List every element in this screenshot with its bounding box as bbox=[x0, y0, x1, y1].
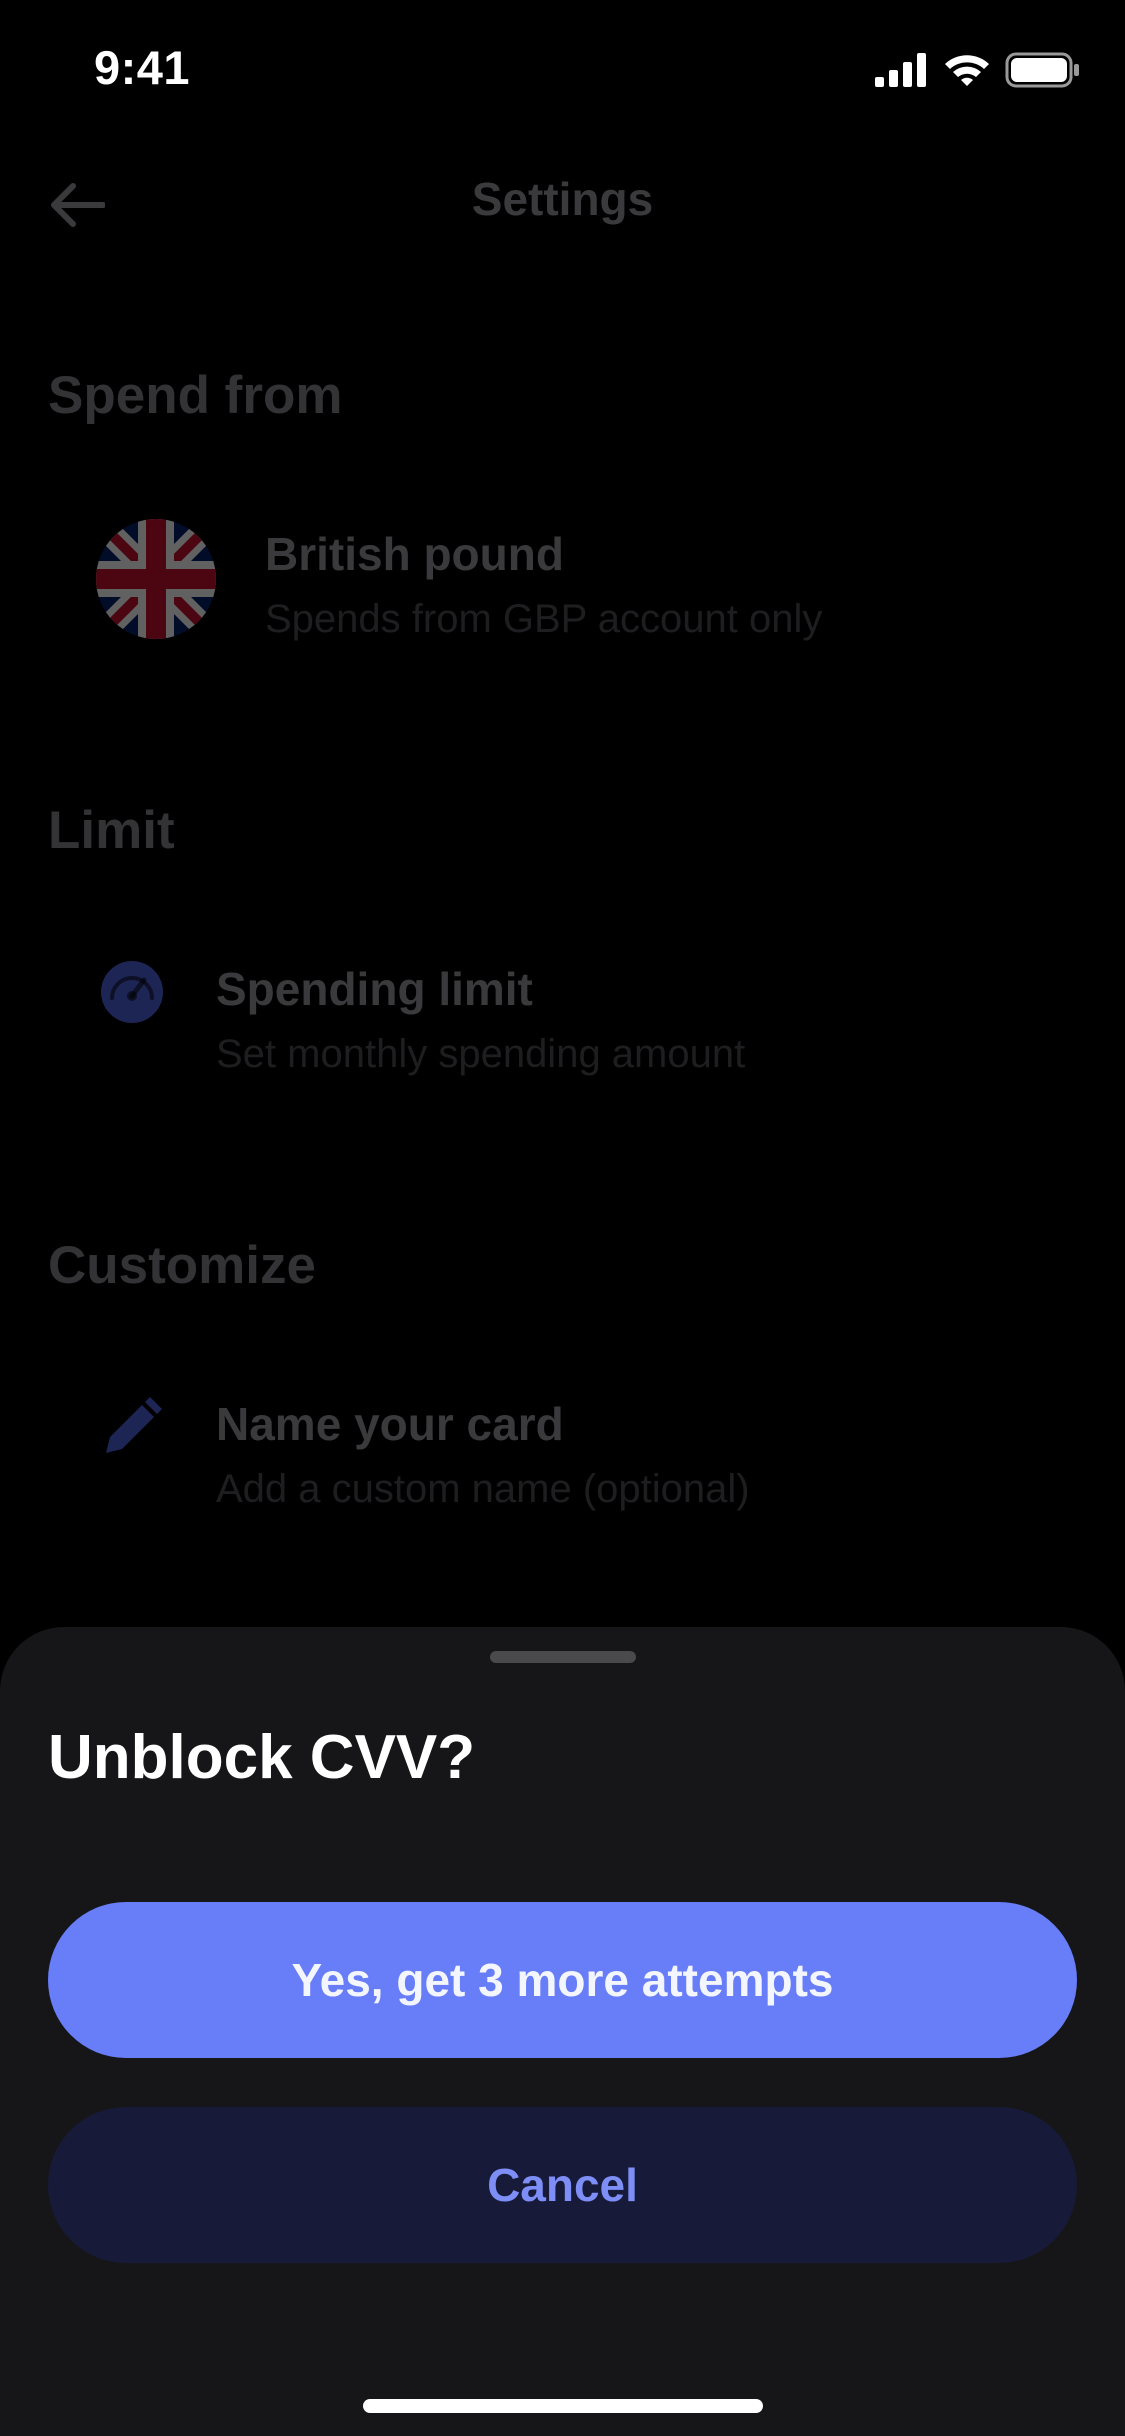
status-icons bbox=[875, 48, 1081, 92]
spend-from-subtitle: Spends from GBP account only bbox=[265, 597, 823, 641]
page-title: Settings bbox=[471, 173, 654, 225]
home-indicator bbox=[363, 2399, 763, 2413]
spending-limit-row[interactable]: Spending limit Set monthly spending amou… bbox=[0, 958, 1125, 1108]
spending-limit-subtitle: Set monthly spending amount bbox=[216, 1032, 746, 1076]
name-card-subtitle: Add a custom name (optional) bbox=[216, 1467, 750, 1511]
screen: Settings Spend from British pound Spends… bbox=[0, 0, 1125, 2436]
pencil-icon bbox=[106, 1397, 162, 1453]
unblock-cvv-sheet: Unblock CVV? Yes, get 3 more attempts Ca… bbox=[0, 1627, 1125, 2436]
cancel-button[interactable]: Cancel bbox=[48, 2107, 1077, 2263]
uk-flag-icon bbox=[96, 519, 216, 639]
spend-from-row[interactable]: British pound Spends from GBP account on… bbox=[0, 519, 1125, 669]
nav-bar: Settings bbox=[0, 160, 1125, 240]
wifi-icon bbox=[945, 55, 989, 86]
sheet-grabber[interactable] bbox=[490, 1651, 636, 1663]
spend-from-title: British pound bbox=[265, 528, 564, 580]
cellular-signal-icon bbox=[875, 53, 926, 87]
spending-limit-title: Spending limit bbox=[216, 963, 533, 1015]
status-bar: 9:41 bbox=[0, 0, 1125, 140]
name-card-row[interactable]: Name your card Add a custom name (option… bbox=[0, 1393, 1125, 1543]
section-title-customize: Customize bbox=[48, 1236, 316, 1295]
battery-icon bbox=[1005, 52, 1079, 88]
section-title-spend-from: Spend from bbox=[48, 366, 343, 425]
section-title-limit: Limit bbox=[48, 801, 175, 860]
speedometer-icon bbox=[101, 961, 163, 1023]
sheet-title: Unblock CVV? bbox=[48, 1723, 476, 1792]
confirm-unblock-button[interactable]: Yes, get 3 more attempts bbox=[48, 1902, 1077, 2058]
name-card-title: Name your card bbox=[216, 1398, 564, 1450]
status-time: 9:41 bbox=[94, 41, 191, 94]
